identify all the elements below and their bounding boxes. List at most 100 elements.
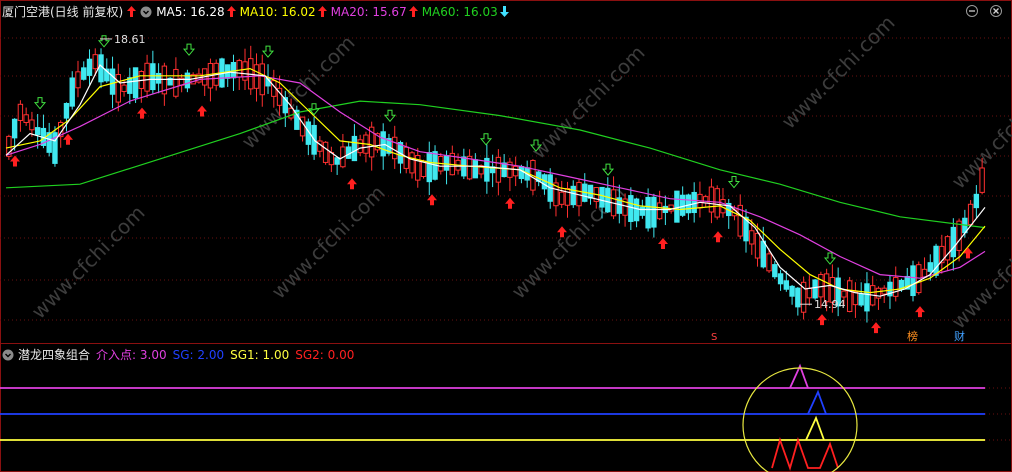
watermark-text: www.cfchi.com [237,31,360,154]
up-arrow-icon [226,6,236,17]
ma20-line [5,75,986,279]
stock-title: 厦门空港(日线 前复权) [2,5,124,19]
candle-body [766,253,772,272]
sell-arrow-icon [261,45,275,58]
candle-body [127,77,133,94]
candle-body [714,188,720,218]
candle-body [570,185,576,206]
candle-body [86,58,93,76]
candle-body [351,135,358,162]
watermark-text: www.cfchi.com [527,41,650,164]
watermark-text: www.cfchi.com [777,11,900,134]
candle-body [656,202,663,220]
candle-body [806,287,813,299]
candle-body [973,193,980,209]
buy-arrow-icon [505,197,515,209]
candle-body [466,155,473,180]
buy-arrow-icon [915,306,925,318]
candle-body [11,118,18,139]
candle-body [259,63,265,96]
candle-body [651,196,657,228]
watermark-text: www.cfchi.com [267,181,390,304]
candle-body [841,290,847,298]
candle-body [29,119,35,131]
candle-body [633,198,640,222]
buy-arrow-icon [871,322,881,334]
candle-body [322,141,329,163]
candle-body [864,283,870,312]
candle-body [34,127,41,136]
sg-spike [807,389,827,415]
candle-body [443,155,450,171]
candle-body [380,131,386,157]
highlight-circle [742,367,858,472]
ma20-label: MA20: 15.67 [330,4,407,19]
candle-body [236,60,242,78]
candle-body [754,232,761,259]
candle-body [132,67,139,99]
candle-body [910,265,916,297]
minimize-icon[interactable] [966,5,978,17]
candle-body [121,84,127,93]
candle-body [75,71,81,89]
close-icon[interactable] [990,5,1002,17]
candle-body [109,68,116,95]
candle-body [846,280,853,312]
candle-body [812,279,818,299]
candle-body [81,67,87,80]
candle-body [852,291,859,306]
watermark-text: www.cfchi.com [947,71,1012,194]
sg1-label: SG1: 1.00 [230,347,290,362]
candle-body [559,191,565,205]
sell-arrow-icon [383,109,397,123]
candle-body [357,139,363,154]
candle-body [426,152,432,183]
candle-body [645,196,651,229]
candle-body [472,159,479,179]
up-arrow-icon [317,6,327,17]
candle-body [564,188,571,206]
sg2-label: SG2: 0.00 [295,347,355,362]
buy-arrow-icon [817,314,827,326]
candle-body [674,190,680,223]
entry-spike [789,363,809,389]
candle-body [783,280,790,290]
sg1-spike [805,415,825,441]
candle-body [63,102,70,119]
circle-chevron-icon[interactable] [140,6,152,18]
candle-body [605,187,611,213]
candle-body [777,273,784,285]
candle-body [950,226,957,258]
candle-body [685,194,692,214]
sell-arrow-icon [601,163,615,176]
entry-point-label: 介入点: 3.00 [96,348,167,362]
candle-body [979,167,985,193]
buy-arrow-icon [713,231,723,243]
candle-body [691,191,697,214]
candle-body [789,285,795,297]
candle-body [144,62,150,92]
event-tag-cai: 财 [954,329,965,343]
candle-body [518,166,525,180]
up-arrow-icon [408,6,418,17]
ma5-label: MA5: 16.28 [156,4,225,19]
buy-arrow-icon [963,247,973,259]
candle-body [599,186,605,208]
candle-body [893,277,899,297]
candle-body [69,77,75,107]
circle-chevron-icon[interactable] [2,349,14,361]
candle-body [92,54,98,70]
candle-body [420,160,427,178]
candle-body [639,206,646,216]
main-legend: 厦门空港(日线 前复权) MA5: 16.28 MA10: 16.02 MA20… [2,3,513,20]
high-price-label: 18.61 [114,33,146,46]
red-up-arrow-icon [127,6,137,17]
candle-body [858,293,864,306]
candlestick-chart[interactable]: www.cfchi.com www.cfchi.com www.cfchi.com w… [0,0,1012,472]
ma10-line [5,67,986,294]
sell-arrow-icon [823,252,837,265]
buy-arrow-icon [10,155,20,167]
stock-chart-window: www.cfchi.com www.cfchi.com www.cfchi.com w… [0,0,1012,472]
candle-body [956,220,962,251]
candle-body [933,245,939,276]
